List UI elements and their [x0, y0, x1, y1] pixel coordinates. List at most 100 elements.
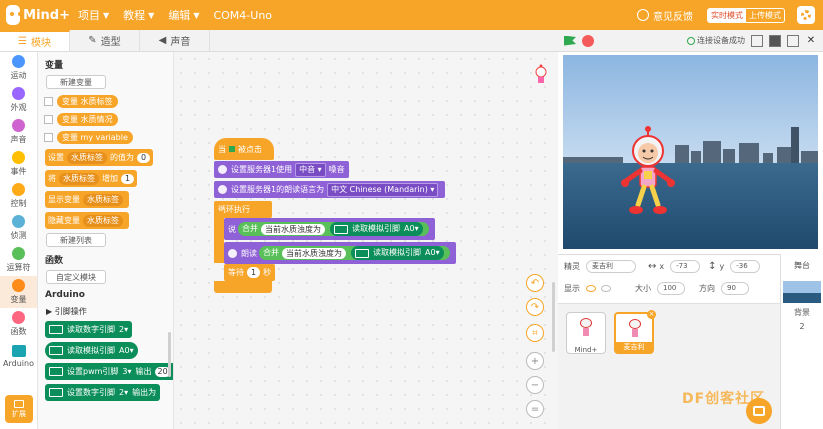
upload-mode-button[interactable]: 上传模式 [746, 9, 784, 22]
new-variable-button[interactable]: 新建变量 [46, 75, 106, 89]
script-workspace[interactable]: 当 被点击 设置服务器1使用 中音 ▾ 嗓音 设置服务器1的朗读语言为 中文 C… [174, 52, 558, 429]
tts-voice-block[interactable]: 设置服务器1使用 中音 ▾ 嗓音 [214, 161, 349, 178]
stage-canvas[interactable] [563, 55, 818, 249]
text-input[interactable]: 当前水质浊度为 [261, 223, 325, 235]
category-motion[interactable]: 运动 [0, 52, 37, 84]
x-input[interactable]: -73 [670, 259, 701, 273]
small-stage-button[interactable] [751, 34, 763, 47]
category-sensing[interactable]: 侦测 [0, 212, 37, 244]
block-dropdown[interactable]: 水质标签 [83, 193, 123, 206]
extension-button[interactable]: 扩展 [5, 395, 33, 423]
speak-block[interactable]: 朗读 合并 当前水质浊度为 读取模拟引脚 A0 ▾ [224, 242, 456, 264]
variable-checkbox[interactable] [44, 133, 53, 142]
pin-ops-section[interactable]: ▶ 引脚操作 [46, 306, 173, 317]
block-dropdown[interactable]: A0 [119, 346, 130, 355]
say-block[interactable]: 说 合并 当前水质浊度为 读取模拟引脚 A0 ▾ [224, 218, 435, 240]
block-input[interactable]: 0 [137, 152, 151, 163]
category-functions[interactable]: 函数 [0, 308, 37, 340]
category-arduino[interactable]: Arduino [0, 340, 37, 372]
zoom-out-button[interactable]: − [526, 376, 544, 394]
feedback-button[interactable]: 意见反馈 [637, 8, 693, 23]
chevron-down-icon: ▾ [127, 367, 132, 376]
tab-costumes[interactable]: ✎ 造型 [70, 30, 140, 51]
zoom-in-button[interactable]: + [526, 352, 544, 370]
pin-dropdown[interactable]: A0 [425, 246, 436, 260]
fullscreen-button[interactable] [787, 34, 799, 47]
tab-sounds[interactable]: ◀ 声音 [140, 30, 210, 51]
block-dropdown[interactable]: 水质标签 [59, 172, 99, 185]
category-operators[interactable]: 运算符 [0, 244, 37, 276]
voice-dropdown[interactable]: 中音 ▾ [295, 162, 326, 177]
block-input[interactable]: 1 [121, 173, 135, 184]
category-looks[interactable]: 外观 [0, 84, 37, 116]
block-text: 读取模拟引脚 [352, 224, 400, 233]
new-list-button[interactable]: 新建列表 [46, 233, 106, 247]
language-dropdown[interactable]: 中文 Chinese (Mandarin) ▾ [327, 182, 439, 197]
category-variables[interactable]: 变量 [0, 276, 37, 308]
change-variable-block[interactable]: 将 水质标签 增加 1 [45, 170, 138, 187]
set-variable-block[interactable]: 设置 水质标签 的值为 0 [45, 149, 154, 166]
hide-variable-block[interactable]: 隐藏变量 水质标签 [45, 212, 129, 229]
menu-port[interactable]: COM4-Uno [213, 9, 272, 22]
wait-block[interactable]: 等待 1 秒 [224, 264, 276, 281]
size-input[interactable]: 100 [657, 281, 685, 295]
tab-blocks[interactable]: ☰ 模块 [0, 30, 70, 51]
category-control[interactable]: 控制 [0, 180, 37, 212]
variable-block[interactable]: 变量 my variable [57, 131, 133, 144]
large-stage-button[interactable] [769, 34, 781, 47]
tts-language-block[interactable]: 设置服务器1的朗读语言为 中文 Chinese (Mandarin) ▾ [214, 181, 446, 198]
variable-block[interactable]: 变量 水质情况 [57, 113, 118, 126]
wait-input[interactable]: 1 [247, 267, 261, 278]
y-input[interactable]: -36 [730, 259, 761, 273]
delete-sprite-button[interactable]: × [647, 310, 656, 319]
variable-block[interactable]: 变量 水质标签 [57, 95, 118, 108]
menu-edit[interactable]: 编辑 ▼ [168, 7, 199, 23]
analog-read-reporter[interactable]: 读取模拟引脚 A0 ▾ [351, 246, 444, 260]
stage-selector[interactable]: 舞台 背景 2 [780, 254, 823, 429]
pwm-write-block[interactable]: 设置pwm引脚 3 ▾ 输出 20 [45, 363, 173, 380]
chevron-down-icon: ▾ [129, 346, 134, 355]
digital-read-block[interactable]: 读取数字引脚 2 ▾ [45, 321, 133, 338]
sprite-robot[interactable] [618, 125, 678, 220]
stop-button[interactable] [582, 34, 594, 47]
redo-button[interactable]: ↷ [526, 298, 544, 316]
sprite-name-input[interactable]: 麦吉利 [586, 259, 636, 273]
analog-read-reporter[interactable]: 读取模拟引脚 A0 ▾ [330, 222, 423, 236]
sprite-card-maijili[interactable]: 麦吉利 × [614, 310, 656, 354]
text-input[interactable]: 当前水质浊度为 [282, 247, 346, 259]
show-variable-block[interactable]: 显示变量 水质标签 [45, 191, 129, 208]
menu-project[interactable]: 项目 ▼ [78, 7, 109, 23]
block-dropdown[interactable]: 水质标签 [83, 214, 123, 227]
digital-write-block[interactable]: 设置数字引脚 2 ▾ 输出为 [45, 384, 161, 401]
join-block[interactable]: 合并 当前水质浊度为 读取模拟引脚 A0 ▾ [238, 222, 429, 236]
settings-button[interactable] [797, 6, 815, 24]
tab-sounds-label: 声音 [170, 37, 191, 48]
analog-read-block[interactable]: 读取模拟引脚 A0 ▾ [45, 342, 138, 359]
pin-dropdown[interactable]: A0 [404, 222, 415, 236]
custom-block-button[interactable]: 自定义模块 [46, 270, 106, 284]
direction-input[interactable]: 90 [721, 281, 749, 295]
undo-button[interactable]: ↶ [526, 274, 544, 292]
green-flag-button[interactable] [564, 35, 576, 46]
category-events[interactable]: 事件 [0, 148, 37, 180]
connection-status[interactable]: 连接设备成功 [687, 35, 745, 46]
workspace-scrollbar[interactable] [552, 282, 555, 352]
eye-off-icon[interactable] [601, 284, 611, 292]
eye-icon[interactable] [586, 284, 596, 292]
zoom-out-icon: − [530, 379, 540, 391]
realtime-mode-button[interactable]: 实时模式 [708, 8, 746, 22]
zoom-reset-button[interactable]: = [526, 400, 544, 418]
variable-checkbox[interactable] [44, 115, 53, 124]
block-dropdown[interactable]: 水质标签 [67, 151, 107, 164]
palette-scrollbar[interactable] [168, 332, 171, 377]
cleanup-button[interactable]: ⌗ [526, 324, 544, 342]
variable-checkbox[interactable] [44, 97, 53, 106]
sprite-card-mind[interactable]: Mind+ [566, 312, 606, 354]
menu-tutorial[interactable]: 教程 ▼ [123, 7, 154, 23]
block-text: 将 [48, 174, 56, 183]
when-flag-clicked-block[interactable]: 当 被点击 [214, 138, 274, 160]
close-icon[interactable]: ✕ [805, 35, 817, 47]
join-block[interactable]: 合并 当前水质浊度为 读取模拟引脚 A0 ▾ [259, 246, 450, 260]
speech-icon [218, 185, 227, 194]
category-sound[interactable]: 声音 [0, 116, 37, 148]
